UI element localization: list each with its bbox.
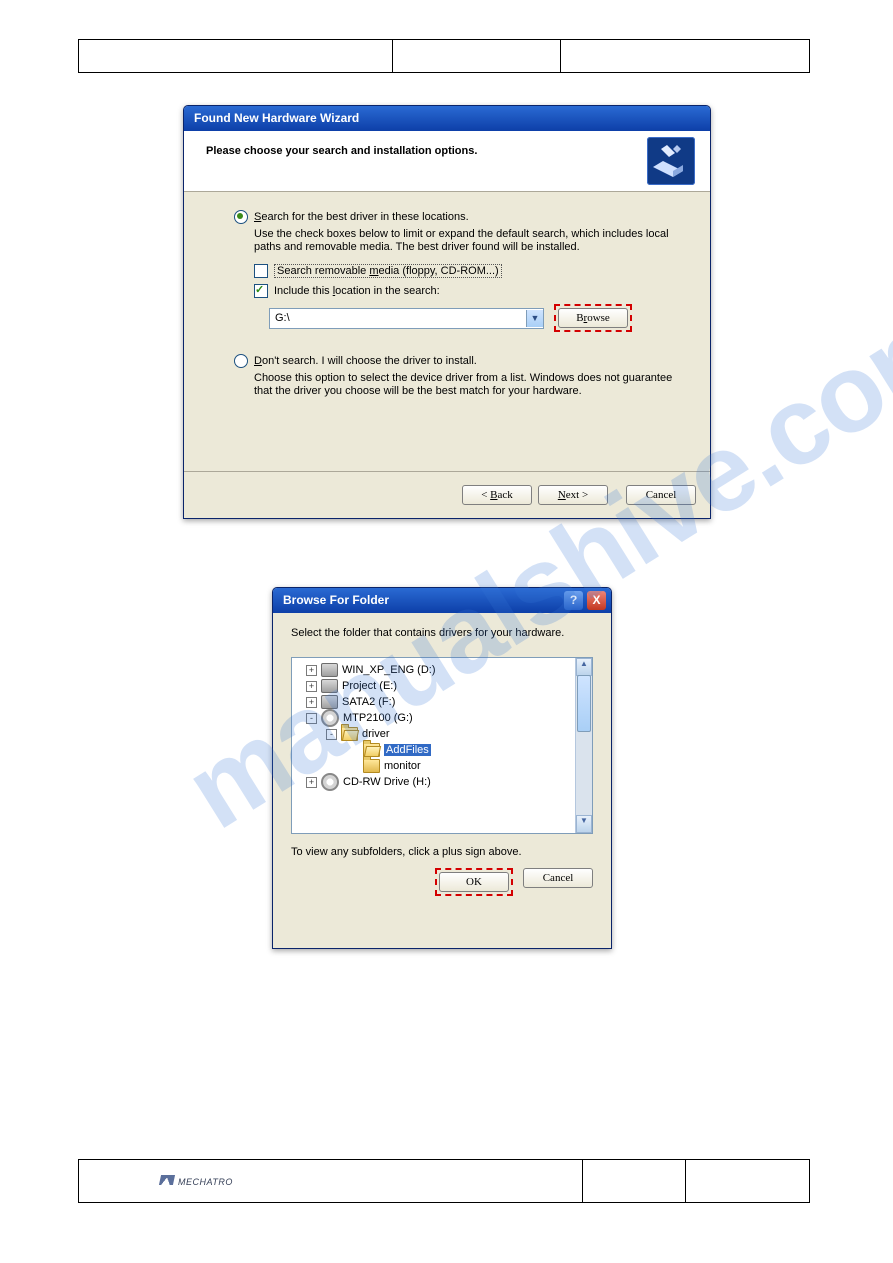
- close-button[interactable]: X: [587, 591, 606, 610]
- checkbox-removable-media[interactable]: Search removable media (floppy, CD-ROM..…: [254, 264, 688, 278]
- browse-title-text: Browse For Folder: [283, 593, 389, 607]
- checkbox-removable-media-label: Search removable media (floppy, CD-ROM..…: [274, 264, 502, 278]
- wizard-icon: [647, 137, 695, 185]
- minus-icon[interactable]: -: [306, 713, 317, 724]
- wizard-header: Please choose your search and installati…: [184, 131, 710, 192]
- plus-icon[interactable]: +: [306, 777, 317, 788]
- checkbox-icon: [254, 284, 268, 298]
- ok-button[interactable]: OK: [439, 872, 509, 892]
- scroll-up-icon[interactable]: ▲: [576, 658, 592, 676]
- wizard-footer: < Back Next > Cancel: [184, 471, 710, 518]
- hardware-wizard-dialog: Found New Hardware Wizard Please choose …: [183, 105, 711, 519]
- tree-node[interactable]: + SATA2 (F:): [298, 694, 576, 710]
- option-dont-search-label: Don't search. I will choose the driver t…: [254, 355, 477, 367]
- drive-icon: [321, 679, 338, 693]
- minus-icon[interactable]: -: [326, 729, 337, 740]
- tree-node[interactable]: + CD-RW Drive (H:): [298, 774, 576, 790]
- option-search-best-label: Search for the best driver in these loca…: [254, 211, 469, 223]
- cd-icon: [321, 773, 339, 791]
- tree-node[interactable]: + Project (E:): [298, 678, 576, 694]
- scroll-down-icon[interactable]: ▼: [576, 815, 592, 833]
- scrollbar[interactable]: ▲ ▼: [575, 658, 592, 833]
- option-dont-search-help: Choose this option to select the device …: [254, 372, 674, 398]
- location-combo-value: G:\: [275, 312, 290, 324]
- tree-node[interactable]: - MTP2100 (G:): [298, 710, 576, 726]
- option-search-best-help: Use the check boxes below to limit or ex…: [254, 228, 674, 254]
- header-table: [78, 39, 810, 73]
- plus-icon[interactable]: +: [306, 681, 317, 692]
- radio-icon: [234, 210, 248, 224]
- folder-open-icon: [341, 727, 358, 741]
- spacer: [350, 746, 359, 755]
- plus-icon[interactable]: +: [306, 665, 317, 676]
- browse-button[interactable]: Browse: [558, 308, 628, 328]
- option-dont-search[interactable]: Don't search. I will choose the driver t…: [234, 354, 688, 368]
- tree-node[interactable]: monitor: [298, 758, 576, 774]
- radio-icon: [234, 354, 248, 368]
- browse-title: Browse For Folder ? X: [273, 588, 611, 613]
- browse-folder-dialog: Browse For Folder ? X Select the folder …: [272, 587, 612, 949]
- cancel-button[interactable]: Cancel: [523, 868, 593, 888]
- tree-node-label: SATA2 (F:): [342, 696, 395, 708]
- tree-node-label: driver: [362, 728, 390, 740]
- checkbox-include-location-label: Include this location in the search:: [274, 285, 440, 297]
- checkbox-include-location[interactable]: Include this location in the search:: [254, 284, 688, 298]
- tree-node-label: monitor: [384, 760, 421, 772]
- tree-node-label: AddFiles: [384, 744, 431, 756]
- wizard-title: Found New Hardware Wizard: [184, 106, 710, 131]
- tree-node-label: MTP2100 (G:): [343, 712, 413, 724]
- ok-highlight: OK: [435, 868, 513, 896]
- tree-node[interactable]: + WIN_XP_ENG (D:): [298, 662, 576, 678]
- chevron-down-icon: ▼: [526, 310, 543, 327]
- option-search-best[interactable]: Search for the best driver in these loca…: [234, 210, 688, 224]
- location-combo[interactable]: G:\ ▼: [269, 308, 544, 329]
- mechatro-logo: MECHATRO: [80, 1177, 233, 1187]
- cancel-button[interactable]: Cancel: [626, 485, 696, 505]
- cd-icon: [321, 709, 339, 727]
- wizard-subtitle: Please choose your search and installati…: [206, 145, 477, 157]
- drive-icon: [321, 663, 338, 677]
- tree-node-label: Project (E:): [342, 680, 397, 692]
- folder-icon: [363, 759, 380, 773]
- folder-open-icon: [363, 743, 380, 757]
- folder-tree: + WIN_XP_ENG (D:) + Project (E:) + SATA2…: [291, 657, 593, 834]
- tree-node[interactable]: - driver: [298, 726, 576, 742]
- next-button[interactable]: Next >: [538, 485, 608, 505]
- back-button[interactable]: < Back: [462, 485, 532, 505]
- browse-instruction: Select the folder that contains drivers …: [273, 613, 611, 649]
- spacer: [350, 762, 359, 771]
- scroll-thumb[interactable]: [577, 675, 591, 732]
- plus-icon[interactable]: +: [306, 697, 317, 708]
- help-button[interactable]: ?: [564, 591, 583, 610]
- browse-hint: To view any subfolders, click a plus sig…: [273, 834, 611, 858]
- tree-node-label: CD-RW Drive (H:): [343, 776, 431, 788]
- checkbox-icon: [254, 264, 268, 278]
- tree-node-selected[interactable]: AddFiles: [298, 742, 576, 758]
- browse-highlight: Browse: [554, 304, 632, 332]
- footer-table: MECHATRO: [78, 1159, 810, 1203]
- drive-icon: [321, 695, 338, 709]
- tree-node-label: WIN_XP_ENG (D:): [342, 664, 436, 676]
